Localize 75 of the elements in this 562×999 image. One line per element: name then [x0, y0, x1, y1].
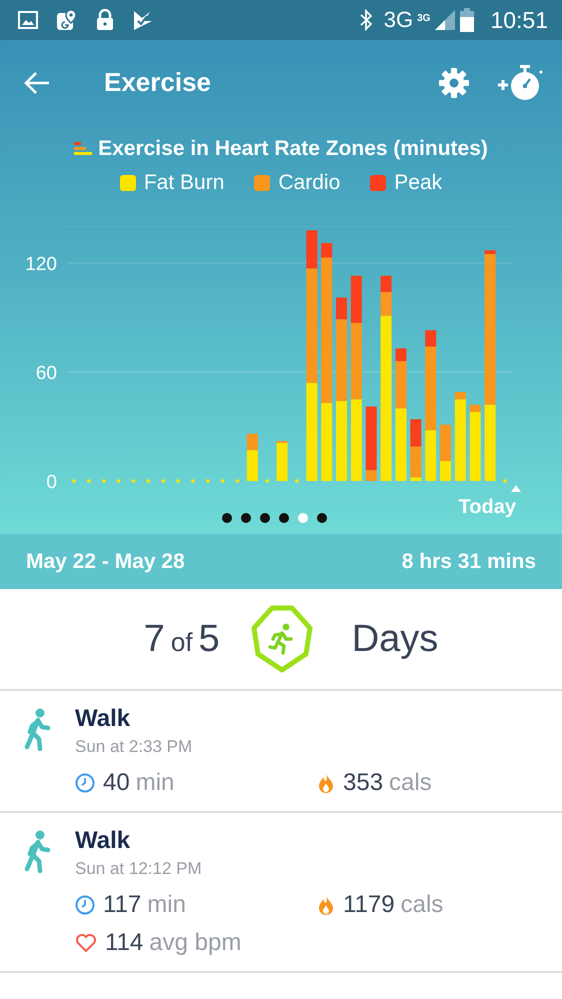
zero-dot — [132, 479, 136, 483]
zero-dot — [72, 479, 76, 483]
y-axis-label: 60 — [36, 363, 57, 384]
stat-value: 1179 — [343, 891, 395, 919]
zero-dot — [503, 479, 507, 483]
image-icon — [18, 11, 38, 29]
walking-person-icon — [22, 707, 52, 751]
lock-icon — [96, 9, 114, 31]
legend-label: Cardio — [278, 171, 340, 195]
zero-dot — [220, 479, 224, 483]
bar-segment — [380, 276, 392, 292]
flame-icon — [317, 772, 335, 794]
activity-card[interactable]: Walk Sun at 2:33 PM 40 min 353 cals — [0, 691, 562, 813]
heart-icon — [75, 933, 97, 953]
map-pin-icon — [56, 9, 78, 31]
total-duration: 8 hrs 31 mins — [402, 550, 536, 574]
page-dot[interactable] — [240, 513, 250, 523]
zero-dot — [146, 479, 150, 483]
clock-icon — [75, 895, 95, 915]
clock-icon — [75, 773, 95, 793]
flame-icon — [317, 894, 335, 916]
page-dot[interactable] — [316, 513, 326, 523]
zero-dot — [87, 479, 91, 483]
activity-card[interactable]: Walk Sun at 12:12 PM 117 min 1179 cals 114 avg bpm — [0, 813, 562, 973]
activity-time: Sun at 2:33 PM — [75, 737, 194, 757]
network-superscript: 3G — [417, 12, 430, 24]
zero-dot — [295, 479, 299, 483]
zero-dot — [161, 479, 165, 483]
check-flag-icon — [132, 9, 154, 31]
network-type: 3G — [384, 7, 414, 33]
stat-value: 40 — [103, 769, 130, 797]
page-dot[interactable] — [278, 513, 288, 523]
page-dot[interactable] — [298, 513, 308, 523]
zero-dot — [176, 479, 180, 483]
stat-value: 353 — [343, 769, 384, 797]
today-marker-icon — [510, 485, 521, 492]
stat-unit: cals — [400, 891, 444, 919]
zero-dot — [265, 479, 269, 483]
stat-unit: avg bpm — [149, 929, 242, 957]
page-dot[interactable] — [260, 513, 270, 523]
walking-person-icon — [22, 829, 52, 873]
zero-dot — [236, 479, 240, 483]
bluetooth-icon — [360, 9, 372, 31]
stat-value: 117 — [103, 891, 142, 919]
back-arrow-icon — [24, 70, 50, 94]
goal-unit: Days — [352, 618, 438, 660]
y-axis-label: 0 — [46, 472, 57, 493]
bar-segment — [410, 419, 422, 446]
y-axis-label: 120 — [25, 254, 57, 275]
achieved-count: 7 — [144, 618, 165, 660]
activity-time: Sun at 12:12 PM — [75, 859, 203, 879]
activity-name: Walk — [75, 705, 132, 733]
chart-bars-icon — [74, 142, 92, 156]
zero-dot — [191, 479, 195, 483]
stat-unit: min — [147, 891, 186, 919]
date-range: May 22 - May 28 — [26, 550, 185, 574]
stat-unit: min — [136, 769, 174, 797]
chart-title: Exercise in Heart Rate Zones (minutes) — [98, 137, 488, 161]
settings-icon — [438, 66, 470, 98]
activity-name: Walk — [75, 827, 132, 855]
screen-title: Exercise — [104, 67, 212, 98]
page-dot[interactable] — [222, 513, 232, 523]
of-label: of — [170, 626, 193, 658]
zero-dot — [116, 479, 120, 483]
legend-label: Fat Burn — [144, 171, 224, 195]
clock-time: 10:51 — [490, 6, 548, 34]
zero-dot — [102, 479, 106, 483]
zero-dot — [206, 479, 210, 483]
legend-label: Peak — [394, 171, 442, 195]
stat-unit: cals — [389, 769, 432, 797]
signal-icon — [434, 9, 456, 31]
battery-icon — [460, 8, 474, 32]
today-label: Today — [458, 496, 516, 518]
stat-value: 114 — [105, 929, 144, 957]
target-count: 5 — [198, 618, 220, 660]
